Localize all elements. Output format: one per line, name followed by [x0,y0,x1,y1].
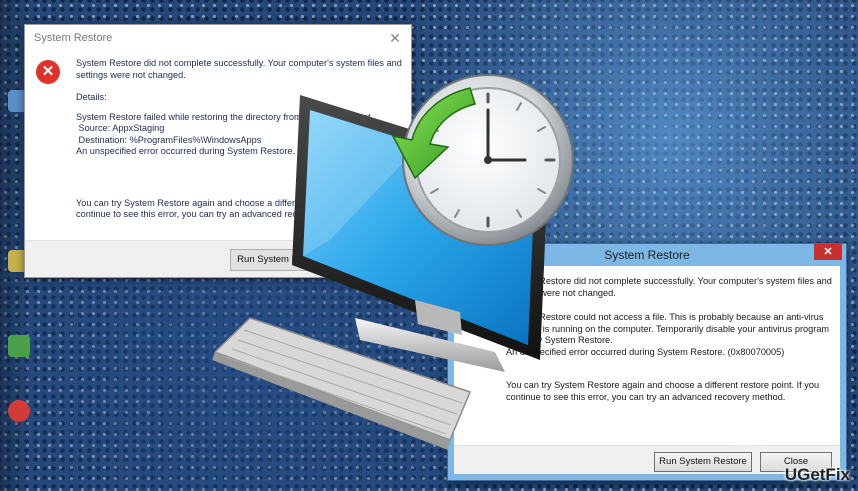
error-message: System Restore did not complete successf… [76,58,402,80]
run-system-restore-button[interactable]: Run System Restore [654,452,752,472]
dialog-message-body: System Restore did not complete successf… [506,276,841,416]
dialog-message-body: System Restore did not complete successf… [76,58,406,232]
dialog-title: System Restore [604,248,690,262]
ugetfix-logo: UGetFix [784,465,850,484]
advice-text: You can try System Restore again and cho… [76,197,390,220]
details-line: System Restore failed while restoring th… [76,111,374,122]
dialog-titlebar: System Restore ✕ [25,25,411,51]
details-source: Source: AppxStaging [76,123,165,133]
close-icon[interactable]: ✕ [814,244,842,260]
details-label: Details: [76,92,107,102]
baidu-watermark: Baidu 经验 [640,418,782,449]
details-line: System Restore could not access a file. … [506,312,830,345]
run-system-restore-button[interactable]: Run System Restore [230,249,332,271]
error-icon: ✕ [36,60,60,84]
dialog-footer: Run System Restore [25,240,411,277]
close-icon[interactable]: ✕ [385,25,405,51]
error-message: System Restore did not complete successf… [506,276,832,298]
system-restore-dialog-win10: System Restore ✕ ✕ System Restore did no… [24,24,412,278]
advice-text: You can try System Restore again and cho… [506,380,820,402]
desktop-shortcut-icon[interactable] [8,400,30,422]
details-error-code: An unspecified error occurred during Sys… [76,146,355,156]
details-error-code: An unspecified error occurred during Sys… [506,346,785,357]
desktop-shortcut-icon[interactable] [8,335,30,357]
dialog-titlebar: System Restore ✕ [448,244,846,266]
dialog-title: System Restore [34,32,113,44]
details-destination: Destination: %ProgramFiles%\WindowsApps [76,134,262,145]
